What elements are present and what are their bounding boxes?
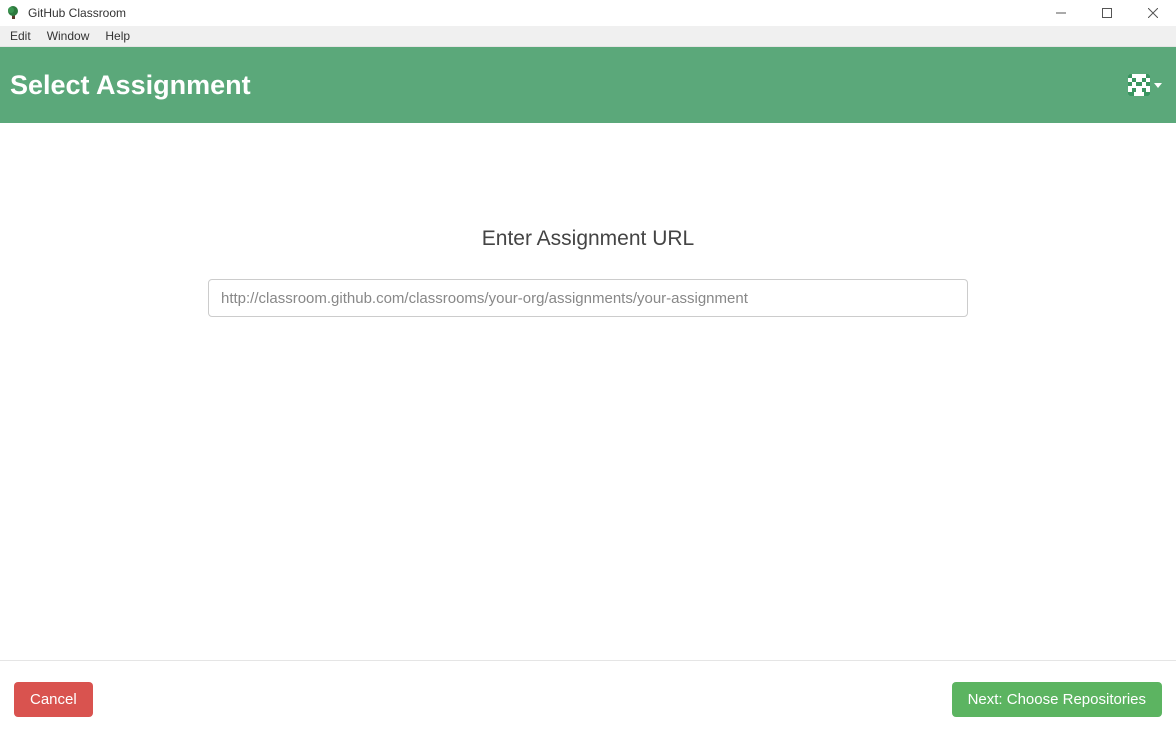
app-title: GitHub Classroom — [28, 6, 126, 20]
titlebar-left: GitHub Classroom — [6, 5, 126, 21]
next-button[interactable]: Next: Choose Repositories — [952, 682, 1162, 717]
menu-edit[interactable]: Edit — [2, 27, 39, 45]
app-icon — [6, 5, 22, 21]
chevron-down-icon — [1154, 83, 1162, 88]
avatar — [1128, 74, 1150, 96]
cancel-button[interactable]: Cancel — [14, 682, 93, 717]
titlebar: GitHub Classroom — [0, 0, 1176, 26]
header-banner: Select Assignment — [0, 47, 1176, 123]
window-controls — [1038, 0, 1176, 26]
menu-window[interactable]: Window — [39, 27, 98, 45]
close-button[interactable] — [1130, 0, 1176, 26]
avatar-menu[interactable] — [1128, 74, 1162, 96]
minimize-button[interactable] — [1038, 0, 1084, 26]
assignment-url-input[interactable] — [208, 279, 968, 317]
menu-help[interactable]: Help — [97, 27, 138, 45]
content-area: Enter Assignment URL — [0, 123, 1176, 660]
content-heading: Enter Assignment URL — [482, 227, 694, 251]
page-title: Select Assignment — [10, 70, 251, 101]
menubar: Edit Window Help — [0, 26, 1176, 47]
maximize-button[interactable] — [1084, 0, 1130, 26]
footer: Cancel Next: Choose Repositories — [0, 660, 1176, 738]
